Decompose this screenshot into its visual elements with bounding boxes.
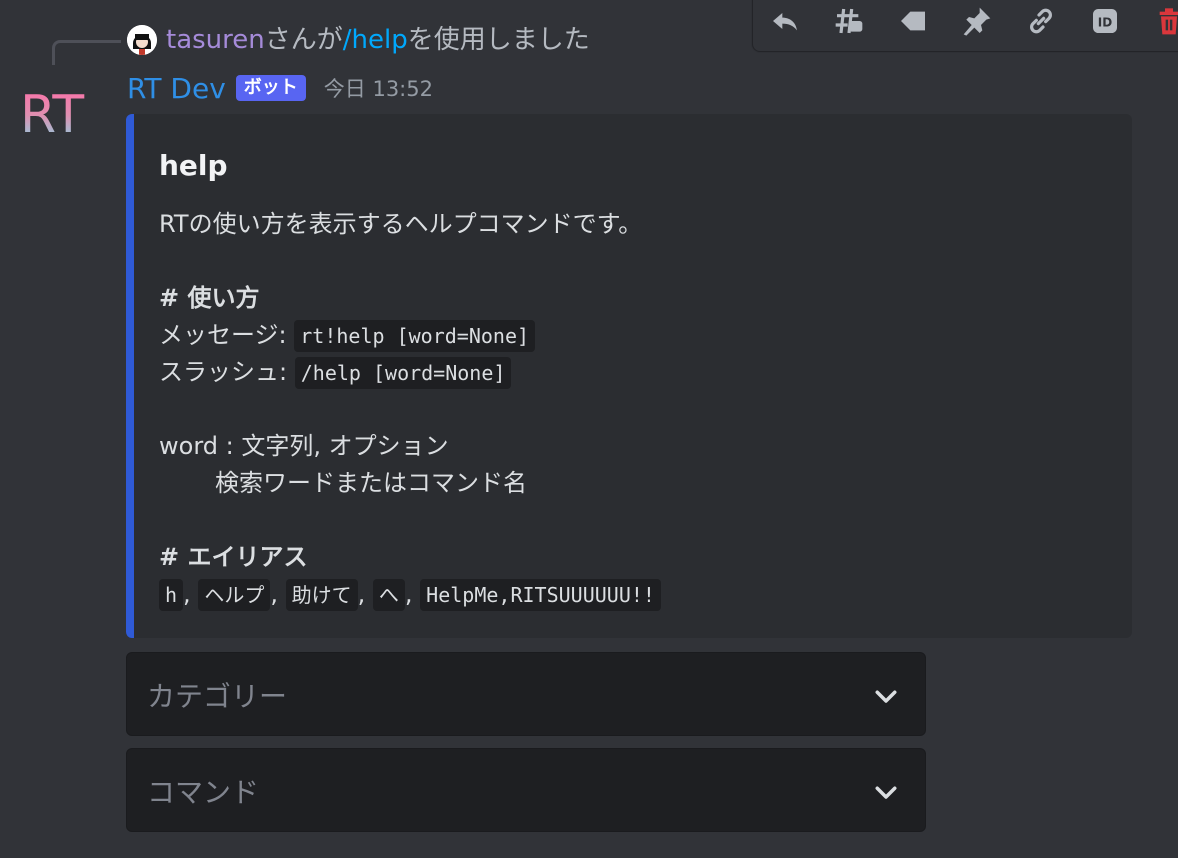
reply-icon[interactable] (763, 0, 807, 43)
svg-text:ID: ID (1098, 15, 1112, 29)
reference-text-suffix: を使用しました (407, 25, 590, 55)
usage-slash-line: スラッシュ: /help [word=None] (159, 354, 661, 391)
command-select-placeholder: コマンド (147, 776, 260, 809)
message-header: RT Dev ボット 今日 13:52 (127, 70, 433, 106)
slash-command-code: /help [word=None] (294, 357, 512, 389)
author-name[interactable]: RT Dev (127, 72, 226, 105)
thread-icon[interactable] (827, 0, 871, 43)
usage-message-line: メッセージ: rt!help [word=None] (159, 317, 661, 354)
reference-text: さんが (264, 25, 343, 55)
chevron-down-icon (875, 786, 897, 799)
message-command-code: rt!help [word=None] (294, 320, 536, 352)
bot-tag: ボット (235, 75, 306, 101)
usage-heading: # 使い方 (159, 284, 260, 312)
message-timestamp: 今日 13:52 (323, 77, 433, 101)
category-select[interactable]: カテゴリー (126, 652, 926, 736)
svg-text:RT: RT (20, 85, 84, 144)
referenced-command[interactable]: /help (343, 25, 408, 55)
argument-description: 検索ワードまたはコマンド名 (215, 469, 527, 497)
id-icon[interactable]: ID (1083, 0, 1127, 43)
pin-icon[interactable] (955, 0, 999, 43)
command-select[interactable]: コマンド (126, 748, 926, 832)
help-embed: help RTの使い方を表示するヘルプコマンドです。 # 使い方 メッセージ: … (126, 114, 1132, 638)
alias-code: ヘルプ (198, 579, 271, 611)
reply-connector (52, 40, 121, 65)
interaction-reference: tasurenさんが/helpを使用しました (166, 22, 590, 58)
embed-accent-bar (126, 114, 134, 638)
alias-list: h, ヘルプ, 助けて, へ, HelpMe,RITSUUUUUU!! (159, 576, 661, 613)
alias-heading: # エイリアス (159, 543, 308, 571)
embed-title: help (159, 149, 228, 182)
message-actions-toolbar: ID (752, 0, 1178, 52)
category-select-placeholder: カテゴリー (147, 680, 288, 713)
argument-line: word : 文字列, オプション (159, 432, 449, 460)
referenced-user-avatar[interactable] (127, 25, 157, 55)
referenced-username[interactable]: tasuren (166, 25, 265, 55)
bot-avatar[interactable]: RT (20, 84, 96, 145)
alias-code: 助けて (285, 579, 358, 611)
tag-icon[interactable] (891, 0, 935, 43)
embed-description: RTの使い方を表示するヘルプコマンドです。 # 使い方 メッセージ: rt!he… (159, 206, 661, 613)
link-icon[interactable] (1019, 0, 1063, 43)
chevron-down-icon (875, 690, 897, 703)
message-label: メッセージ: (159, 321, 287, 349)
alias-code: h (159, 579, 184, 611)
delete-icon[interactable] (1147, 0, 1178, 43)
slash-label: スラッシュ: (159, 358, 288, 386)
alias-code: HelpMe,RITSUUUUUU!! (420, 579, 661, 611)
embed-summary: RTの使い方を表示するヘルプコマンドです。 (159, 210, 643, 238)
alias-code: へ (372, 579, 405, 611)
